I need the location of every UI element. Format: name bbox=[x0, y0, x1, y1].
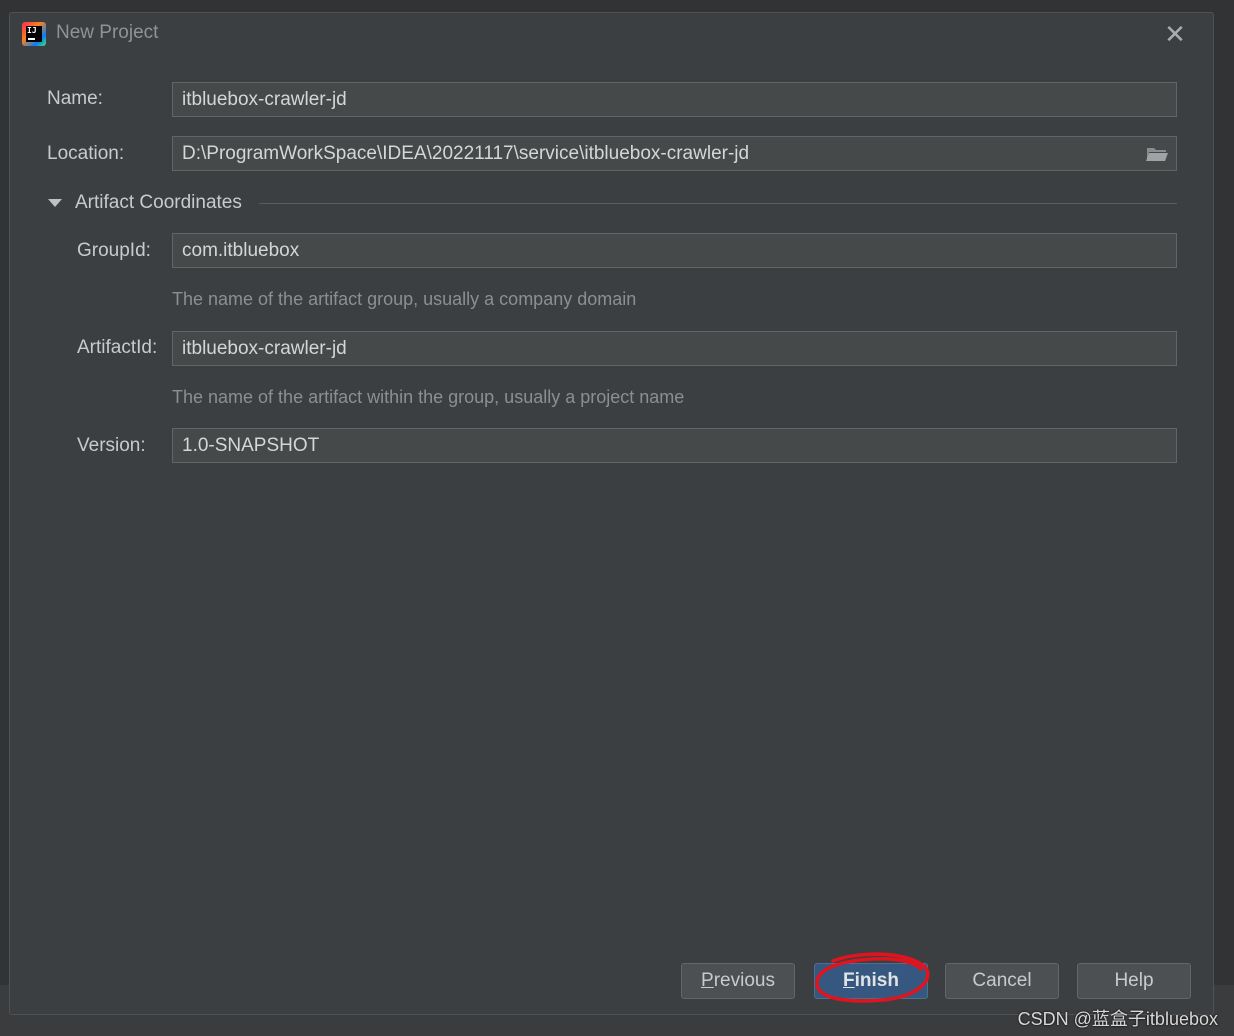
close-icon[interactable]: ✕ bbox=[1161, 21, 1189, 49]
finish-button[interactable]: Finish bbox=[814, 963, 928, 999]
collapse-triangle-icon[interactable] bbox=[48, 199, 62, 207]
title-bar: IJ New Project ✕ bbox=[10, 13, 1213, 57]
browse-folder-icon[interactable] bbox=[1146, 146, 1168, 162]
artifactid-label: ArtifactId: bbox=[77, 337, 158, 358]
artifactid-hint: The name of the artifact within the grou… bbox=[172, 387, 685, 407]
dialog-title: New Project bbox=[56, 22, 159, 43]
help-button[interactable]: Help bbox=[1077, 963, 1191, 999]
groupid-field[interactable]: com.itbluebox bbox=[172, 233, 1177, 268]
new-project-dialog: IJ New Project ✕ Name: itbluebox-crawler… bbox=[9, 12, 1214, 1015]
location-label: Location: bbox=[47, 143, 125, 164]
cancel-button[interactable]: Cancel bbox=[945, 963, 1059, 999]
intellij-idea-icon: IJ bbox=[22, 22, 46, 46]
artifact-coordinates-section[interactable]: Artifact Coordinates bbox=[48, 190, 242, 216]
groupid-hint: The name of the artifact group, usually … bbox=[172, 289, 637, 309]
groupid-label: GroupId: bbox=[77, 240, 151, 261]
version-field[interactable]: 1.0-SNAPSHOT bbox=[172, 428, 1177, 463]
location-value: D:\ProgramWorkSpace\IDEA\20221117\servic… bbox=[182, 143, 750, 164]
finish-label: inish bbox=[854, 970, 899, 991]
previous-mnemonic: P bbox=[701, 970, 714, 991]
previous-button[interactable]: Previous bbox=[681, 963, 795, 999]
previous-label: revious bbox=[713, 970, 775, 991]
section-title: Artifact Coordinates bbox=[75, 192, 242, 213]
name-field[interactable]: itbluebox-crawler-jd bbox=[172, 82, 1177, 117]
artifactid-field[interactable]: itbluebox-crawler-jd bbox=[172, 331, 1177, 366]
section-divider bbox=[259, 203, 1177, 204]
name-label: Name: bbox=[47, 88, 103, 109]
version-label: Version: bbox=[77, 435, 146, 456]
finish-mnemonic: F bbox=[843, 970, 855, 991]
location-field[interactable]: D:\ProgramWorkSpace\IDEA\20221117\servic… bbox=[172, 136, 1177, 171]
csdn-watermark: CSDN @蓝盒子itbluebox bbox=[1017, 1009, 1218, 1029]
